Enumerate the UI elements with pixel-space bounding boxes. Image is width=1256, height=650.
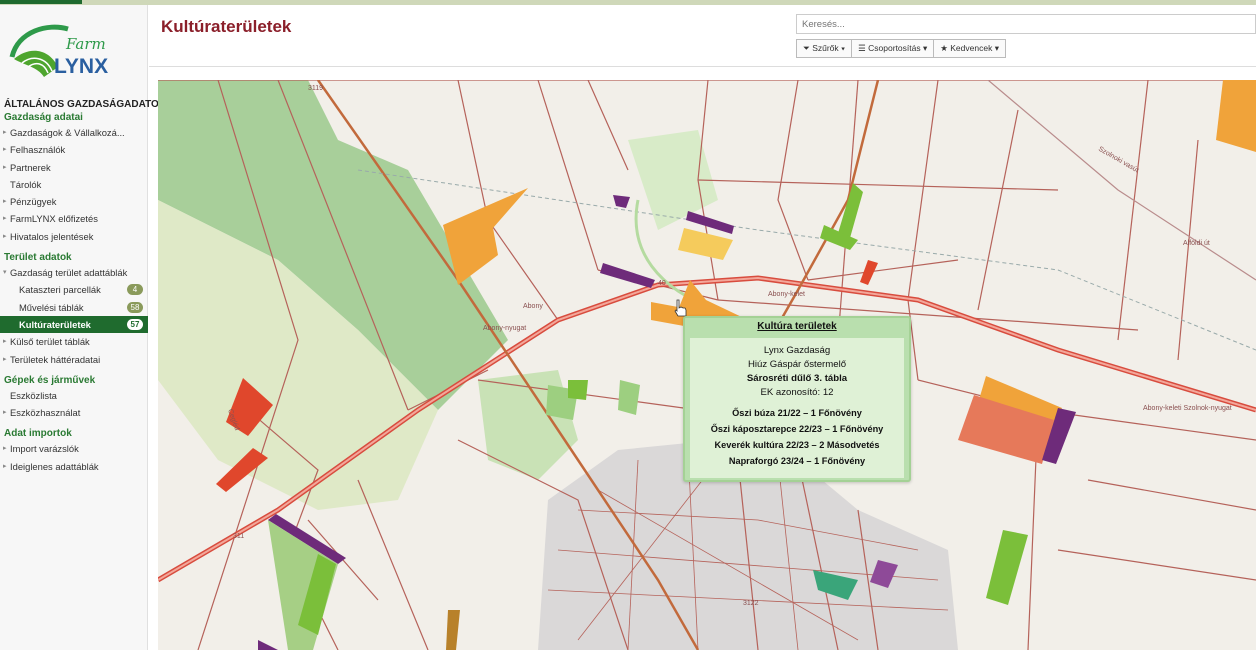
chevron-right-icon: ▸	[3, 163, 7, 171]
svg-text:LYNX: LYNX	[54, 55, 108, 78]
place-label: Abony	[523, 303, 543, 310]
chevron-right-icon: ▸	[3, 232, 7, 240]
area-info-popup: Kultúra területek Lynx Gazdaság Hiúz Gás…	[683, 316, 911, 482]
farmlynx-logo[interactable]: Farm LYNX	[8, 17, 138, 87]
page-title: Kultúraterületek	[161, 17, 292, 36]
place-label: Abony-kelet	[768, 291, 805, 298]
section-general-title: ÁLTALÁNOS GAZDASÁGADATOK	[4, 99, 167, 110]
sidebar-item-equipment-list[interactable]: Eszközlista	[0, 387, 148, 404]
sidebar-item-culture-areas[interactable]: Kultúraterületek 57	[0, 315, 148, 334]
section-area-data-title: Terület adatok	[4, 252, 72, 264]
chevron-right-icon: ▸	[3, 462, 7, 470]
filters-button[interactable]: ⏷ Szűrők ▾	[796, 39, 853, 58]
group-by-button[interactable]: ☰ Csoportosítás ▾	[851, 39, 935, 58]
favorites-button[interactable]: ★ Kedvencek ▾	[933, 39, 1006, 58]
crop-entry: Őszi káposztarepce 22/23 – 1 Főnövény	[710, 424, 884, 434]
road-number-label: 3119	[308, 85, 323, 92]
section-farm-data-title: Gazdaság adatai	[4, 112, 83, 123]
place-label: Abony-nyugat	[483, 325, 526, 332]
section-machines-title: Gépek és járművek	[4, 374, 96, 386]
crop-entry: Keverék kultúra 22/23 – 2 Másodvetés	[714, 440, 880, 450]
chevron-right-icon: ▸	[3, 215, 7, 223]
popup-parcel: Sárosréti dűlő 3. tábla	[746, 373, 848, 384]
filter-icon: ⏷	[803, 43, 810, 53]
sidebar-item-subscription[interactable]: ▸ FarmLYNX előfizetés	[0, 210, 148, 227]
popup-ek-id: EK azonosító: 12	[760, 387, 834, 398]
road-number-label: 311	[233, 533, 244, 540]
list-icon: ☰	[858, 43, 866, 53]
crop-entry: Napraforgó 23/24 – 1 Főnövény	[728, 456, 866, 466]
popup-crop-list: Őszi búza 21/22 – 1 Főnövény Őszi káposz…	[690, 405, 904, 469]
orange-field	[1216, 80, 1256, 152]
sidebar-item-area-tables[interactable]: ▾ Gazdaság terület adattáblák	[0, 264, 148, 281]
road-number-label: 3122	[743, 600, 759, 607]
chevron-down-icon: ▾	[3, 269, 7, 277]
star-icon: ★	[940, 43, 948, 53]
count-badge: 58	[127, 301, 143, 313]
sidebar-nav: ÁLTALÁNOS GAZDASÁGADATOK Gazdaság adatai…	[0, 98, 167, 475]
sidebar-item-temp-tables[interactable]: ▸ Ideiglenes adattáblák	[0, 458, 148, 475]
sidebar-item-users[interactable]: ▸ Felhasználók	[0, 141, 148, 158]
sidebar-item-partners[interactable]: ▸ Partnerek	[0, 159, 148, 176]
count-badge: 4	[127, 284, 143, 296]
green-field	[568, 380, 588, 400]
count-badge: 57	[127, 318, 143, 330]
toolbar: ⏷ Szűrők ▾ ☰ Csoportosítás ▾ ★ Kedvencek…	[796, 39, 1006, 58]
chevron-right-icon: ▸	[3, 355, 7, 363]
search-input[interactable]	[796, 14, 1256, 34]
sidebar-item-cultivation-tables[interactable]: Művelési táblák 58	[0, 299, 148, 316]
sidebar-item-area-background[interactable]: ▸ Területek háttéradatai	[0, 351, 148, 368]
sidebar-item-farms[interactable]: ▸ Gazdaságok & Vállalkozá...	[0, 124, 148, 141]
chevron-right-icon: ▸	[3, 129, 7, 136]
chevron-right-icon: ▸	[3, 409, 7, 417]
chevron-right-icon: ▸	[3, 445, 7, 453]
popup-farm: Lynx Gazdaság	[763, 345, 831, 356]
place-label: Abony-keleti Szolnok-nyugat	[1143, 405, 1232, 412]
svg-text:Farm: Farm	[65, 35, 106, 53]
popup-body: Lynx Gazdaság Hiúz Gáspár őstermelő Sáro…	[690, 338, 904, 478]
sidebar: Farm LYNX ÁLTALÁNOS GAZDASÁGADATOK Gazda…	[0, 5, 167, 650]
section-imports-title: Adat importok	[4, 428, 72, 440]
sidebar-item-cadastral-parcels[interactable]: Kataszteri parcellák 4	[0, 281, 148, 298]
road-number-label: 40	[658, 280, 666, 287]
popup-title: Kultúra területek	[757, 321, 837, 332]
chevron-right-icon: ▸	[3, 338, 7, 346]
sidebar-item-storages[interactable]: Tárolók	[0, 176, 148, 193]
sidebar-item-finances[interactable]: ▸ Pénzügyek	[0, 193, 148, 210]
chevron-right-icon: ▸	[3, 146, 7, 154]
active-app-tab[interactable]	[0, 0, 82, 4]
sidebar-item-reports[interactable]: ▸ Hivatalos jelentések	[0, 228, 148, 245]
chevron-right-icon: ▸	[3, 198, 7, 206]
sidebar-item-equipment-usage[interactable]: ▸ Eszközhasználat	[0, 404, 148, 421]
crop-entry: Őszi búza 21/22 – 1 Főnövény	[732, 408, 862, 418]
popup-owner: Hiúz Gáspár őstermelő	[747, 359, 847, 370]
page-header: Kultúraterületek ⏷ Szűrők ▾ ☰ Csoportosí…	[149, 5, 1256, 67]
sidebar-item-import-wizards[interactable]: ▸ Import varázslók	[0, 440, 148, 457]
sidebar-item-external-tables[interactable]: ▸ Külső terület táblák	[0, 333, 148, 350]
place-label: Alföldi út	[1183, 240, 1210, 247]
